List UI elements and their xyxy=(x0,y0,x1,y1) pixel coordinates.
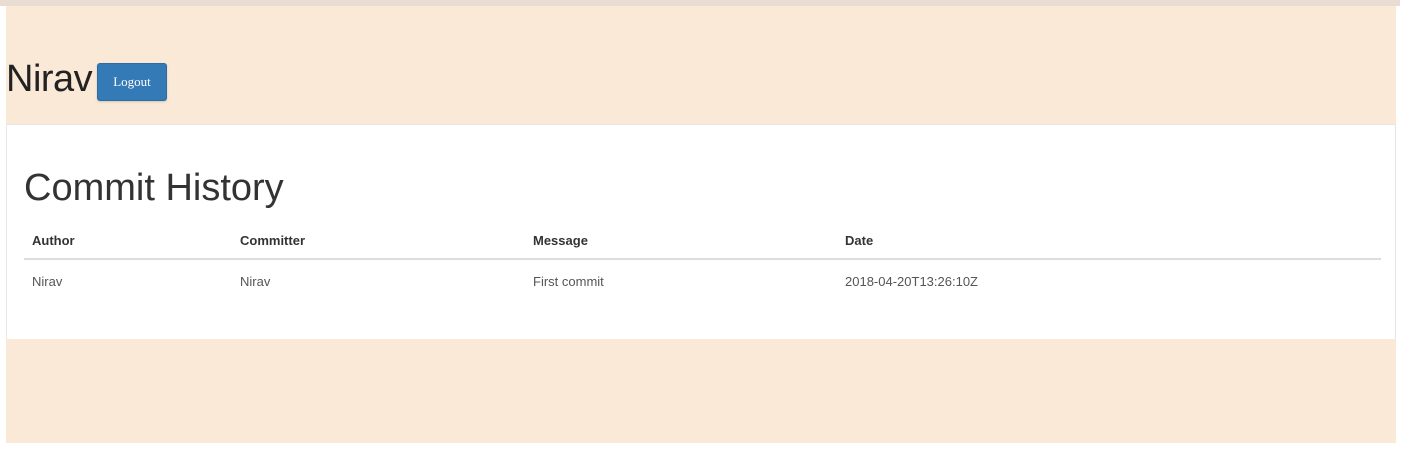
column-header-author: Author xyxy=(24,222,232,260)
cell-author: Nirav xyxy=(32,273,63,289)
table-header-row: Author Committer Message Date xyxy=(24,222,1381,260)
username-label: Nirav xyxy=(6,58,93,100)
commit-table: Author Committer Message Date Nirav Nira… xyxy=(24,222,1381,302)
column-header-message: Message xyxy=(525,222,837,260)
cell-message: First commit xyxy=(533,273,604,289)
page-title: Commit History xyxy=(24,167,284,209)
table-row: Nirav Nirav First commit 2018-04-20T13:2… xyxy=(24,259,1381,302)
footer-bar xyxy=(6,339,1396,443)
page: Nirav Logout Commit History Author Commi… xyxy=(0,0,1414,468)
cell-date: 2018-04-20T13:26:10Z xyxy=(845,273,978,289)
column-header-date: Date xyxy=(837,222,1381,260)
cell-committer: Nirav xyxy=(240,273,271,289)
header-bar: Nirav Logout xyxy=(6,6,1396,124)
column-header-committer: Committer xyxy=(232,222,525,260)
commit-history-panel: Commit History Author Committer Message … xyxy=(6,124,1396,340)
logout-button[interactable]: Logout xyxy=(97,63,167,101)
